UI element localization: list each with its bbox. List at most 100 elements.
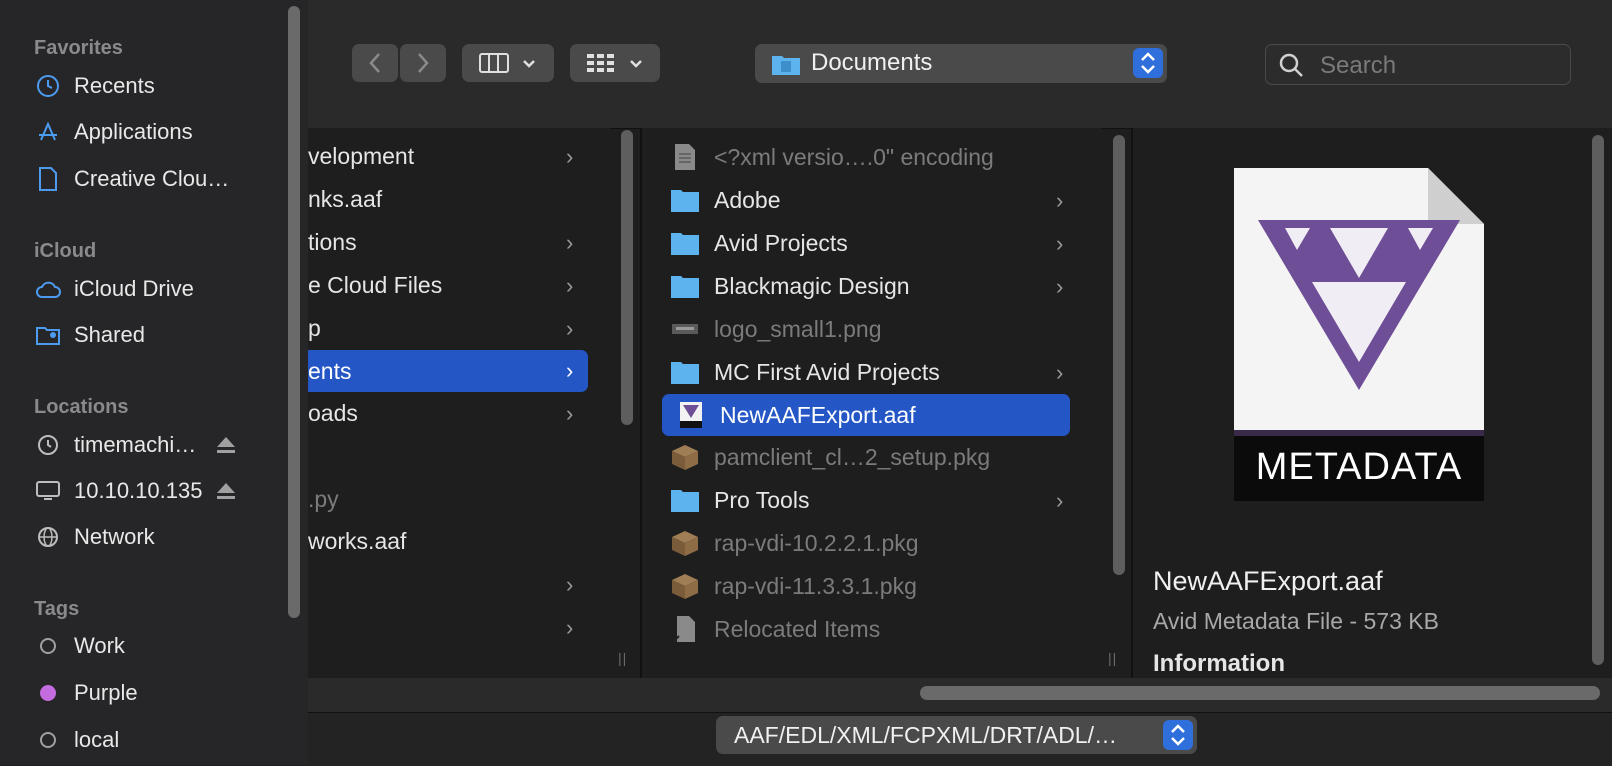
chevron-right-icon: ›: [566, 358, 574, 383]
view-mode-button[interactable]: [462, 44, 554, 82]
path-label: Documents: [811, 49, 933, 76]
group-icon: [587, 54, 614, 72]
sidebar-tag-local[interactable]: local: [34, 722, 274, 758]
eject-icon[interactable]: [215, 480, 237, 502]
list-item[interactable]: rap-vdi-10.2.2.1.pkg: [670, 523, 1080, 563]
preview-section-heading: Information: [1153, 650, 1285, 677]
sidebar-item-label: Shared: [74, 322, 145, 347]
sidebar-header-favorites: Favorites: [34, 37, 123, 59]
list-item[interactable]: p: [308, 308, 598, 348]
sidebar-item-timemachine[interactable]: timemachi…: [34, 427, 274, 463]
sidebar-item-creative-cloud[interactable]: Creative Clou…: [34, 161, 274, 197]
list-item[interactable]: Relocated Items: [670, 609, 1080, 649]
search-field[interactable]: Search: [1265, 44, 1571, 85]
sidebar-item-label: iCloud Drive: [74, 276, 194, 301]
list-item[interactable]: tions: [308, 222, 598, 262]
sidebar-item-label: local: [74, 727, 120, 752]
chevron-right-icon: ›: [1056, 274, 1064, 299]
list-item[interactable]: oads: [308, 393, 598, 433]
up-down-chevron-icon: [1171, 724, 1185, 746]
monitor-icon: [34, 477, 62, 505]
chevron-right-icon: ›: [1056, 188, 1064, 213]
list-item[interactable]: nks.aaf: [308, 179, 598, 219]
folder-icon: [671, 190, 699, 212]
metadata-icon-label: METADATA: [1255, 446, 1463, 488]
column-scrollbar[interactable]: [621, 130, 633, 425]
sidebar-item-icloud-drive[interactable]: iCloud Drive: [34, 271, 274, 307]
sidebar-item-network[interactable]: Network: [34, 519, 274, 555]
cloud-icon: [34, 275, 62, 303]
column-documents: <?xml versio….0" encoding Adobe › Avid P…: [642, 128, 1102, 678]
sidebar-tag-work[interactable]: Work: [34, 628, 274, 664]
sidebar: Favorites Recents Applications Creative …: [0, 0, 309, 765]
file-type-filter-popup[interactable]: AAF/EDL/XML/FCPXML/DRT/ADL/…: [716, 716, 1197, 754]
applications-icon: [34, 118, 62, 146]
list-item[interactable]: pamclient_cl…2_setup.pkg: [670, 437, 1080, 477]
chevron-down-icon: [523, 60, 535, 68]
sidebar-item-label: Work: [74, 633, 125, 658]
sidebar-item-label: timemachi…: [74, 432, 197, 457]
forward-button[interactable]: [400, 44, 446, 82]
sidebar-header-icloud: iCloud: [34, 240, 97, 262]
shared-folder-icon: [34, 321, 62, 349]
eject-icon[interactable]: [215, 434, 237, 456]
list-item[interactable]: Blackmagic Design: [670, 266, 1080, 306]
list-item[interactable]: logo_small1.png: [670, 309, 1080, 349]
sidebar-item-shared[interactable]: Shared: [34, 317, 274, 353]
text-file-icon: [675, 144, 695, 170]
sidebar-item-server[interactable]: 10.10.10.135: [34, 473, 274, 509]
document-icon: [34, 165, 62, 193]
list-item[interactable]: <?xml versio….0" encoding: [670, 137, 1080, 177]
time-machine-icon: [34, 431, 62, 459]
list-item[interactable]: Pro Tools: [670, 480, 1080, 520]
column-scrollbar[interactable]: [1113, 135, 1125, 575]
chevron-right-icon: ›: [566, 316, 574, 341]
sidebar-header-locations: Locations: [34, 396, 129, 418]
popup-stepper: [1133, 48, 1163, 78]
sidebar-item-applications[interactable]: Applications: [34, 114, 274, 150]
globe-icon: [34, 523, 62, 551]
list-item-selected[interactable]: NewAAFExport.aaf: [662, 394, 1070, 436]
list-item[interactable]: Adobe: [670, 180, 1080, 220]
avid-metadata-file-icon: [680, 402, 702, 428]
back-button[interactable]: [352, 44, 398, 82]
sidebar-scrollbar[interactable]: [288, 6, 300, 618]
horizontal-scrollbar[interactable]: [920, 686, 1600, 700]
clock-icon: [34, 72, 62, 100]
preview-pane: METADATA NewAAFExport.aaf Avid Metadata …: [1133, 128, 1612, 678]
chevron-down-icon: [630, 60, 642, 68]
alias-file-icon: [672, 616, 695, 643]
preview-kind: Avid Metadata File - 573 KB: [1153, 608, 1439, 634]
tag-dot-icon: [34, 632, 62, 660]
chevron-right-icon: ›: [1056, 360, 1064, 385]
package-icon: [672, 445, 698, 470]
list-item[interactable]: .py: [308, 479, 598, 519]
folder-icon: [671, 233, 699, 255]
list-item[interactable]: velopment: [308, 136, 598, 176]
list-item[interactable]: e Cloud Files: [308, 265, 598, 305]
search-placeholder: Search: [1320, 52, 1397, 79]
column-parent: velopment › nks.aaf tions › e Cloud File…: [308, 128, 610, 678]
sidebar-item-label: Recents: [74, 73, 155, 98]
sidebar-header-tags: Tags: [34, 598, 80, 620]
sidebar-item-label: Network: [74, 524, 155, 549]
list-item-selected[interactable]: ents: [308, 350, 588, 392]
list-item[interactable]: MC First Avid Projects: [670, 352, 1080, 392]
columns-view-icon: [479, 53, 509, 73]
preview-scrollbar[interactable]: [1592, 135, 1604, 665]
sidebar-item-recents[interactable]: Recents: [34, 68, 274, 104]
chevron-right-icon: ›: [566, 230, 574, 255]
column-resize-grip[interactable]: ||: [1108, 650, 1117, 666]
list-item[interactable]: Avid Projects: [670, 223, 1080, 263]
list-item[interactable]: works.aaf: [308, 521, 598, 561]
sidebar-tag-purple[interactable]: Purple: [34, 675, 274, 711]
image-file-icon: [672, 324, 698, 334]
chevron-right-icon: ›: [566, 144, 574, 169]
path-popup[interactable]: Documents: [755, 44, 1167, 83]
chevron-right-icon: ›: [1056, 231, 1064, 256]
list-item[interactable]: rap-vdi-11.3.3.1.pkg: [670, 566, 1080, 606]
popup-stepper: [1163, 720, 1193, 750]
column-resize-grip[interactable]: ||: [618, 650, 627, 666]
group-button[interactable]: [570, 44, 660, 82]
chevron-right-icon: ›: [566, 401, 574, 426]
